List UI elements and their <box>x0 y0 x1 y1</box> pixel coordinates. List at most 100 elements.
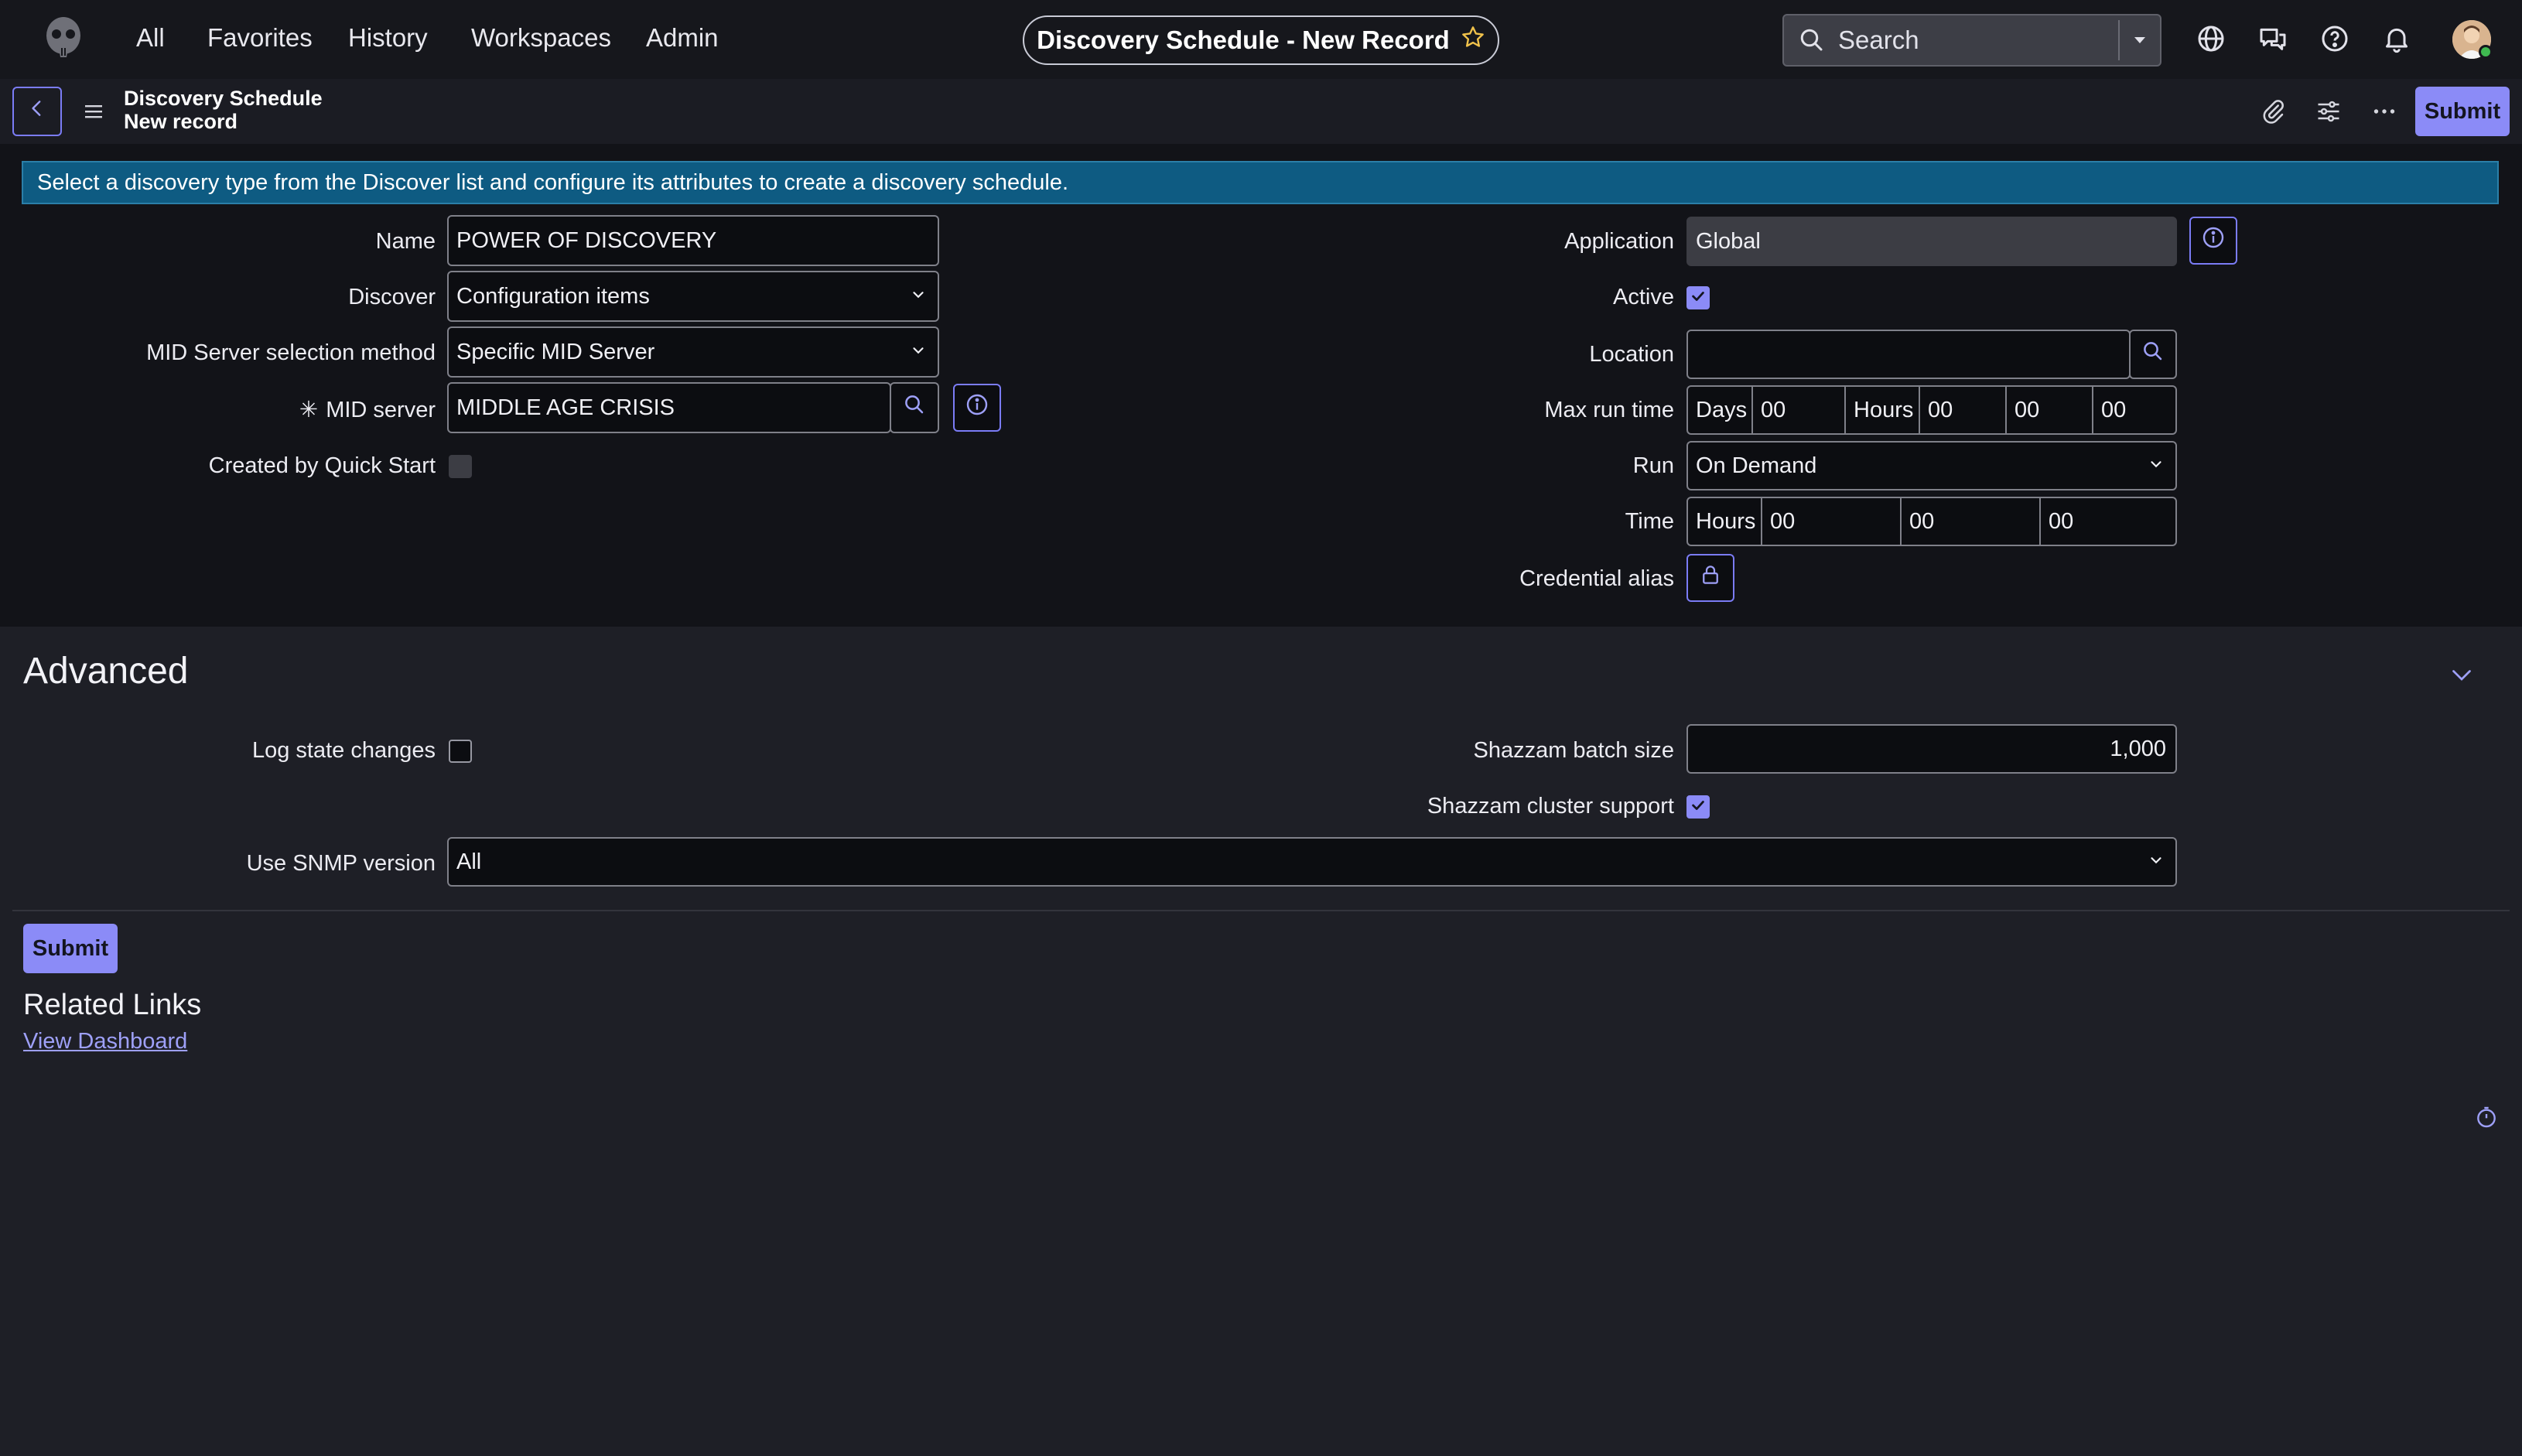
name-label: Name <box>375 229 436 254</box>
credential-alias-label: Credential alias <box>1519 566 1674 591</box>
info-banner-text: Select a discovery type from the Discove… <box>37 169 1069 195</box>
shazzam-batch-label: Shazzam batch size <box>1473 738 1674 763</box>
company-logo-icon[interactable] <box>39 14 88 63</box>
nav-favorites[interactable]: Favorites <box>207 23 313 53</box>
required-marker-icon: ✳ <box>299 398 319 422</box>
star-icon[interactable] <box>1461 25 1485 56</box>
help-icon[interactable] <box>2319 23 2350 54</box>
snmp-version-select[interactable]: All <box>447 837 2177 887</box>
mid-server-info-button[interactable] <box>953 384 1001 432</box>
log-state-label: Log state changes <box>251 738 436 763</box>
max-run-minutes-input[interactable]: 00 <box>2007 387 2093 433</box>
max-run-time-field: Days 00 Hours 00 00 00 <box>1686 385 2177 435</box>
nav-history[interactable]: History <box>348 23 428 53</box>
online-status-dot <box>2479 45 2493 59</box>
shazzam-cluster-checkbox[interactable] <box>1686 795 1710 819</box>
credential-alias-button[interactable] <box>1686 554 1734 602</box>
chevron-down-icon <box>2148 453 2165 479</box>
mid-server-label-text: MID server <box>326 398 436 422</box>
time-seconds-input[interactable]: 00 <box>2041 498 2175 545</box>
form-table-name: Discovery Schedule <box>124 87 323 110</box>
discover-label: Discover <box>348 285 436 309</box>
time-minutes-input[interactable]: 00 <box>1902 498 2041 545</box>
chevron-down-icon <box>910 340 927 365</box>
time-label: Time <box>1625 509 1674 534</box>
submit-button-bottom[interactable]: Submit <box>23 924 118 973</box>
shazzam-batch-field[interactable]: 1,000 <box>1686 724 2177 774</box>
checkmark-icon <box>1690 795 1707 820</box>
chat-icon[interactable] <box>2257 23 2288 54</box>
mid-server-field[interactable]: MIDDLE AGE CRISIS <box>447 382 891 433</box>
info-icon <box>2201 225 2226 256</box>
time-hours-input[interactable]: 00 <box>1762 498 1902 545</box>
snmp-version-label: Use SNMP version <box>246 851 436 876</box>
name-field[interactable]: POWER OF DISCOVERY <box>447 215 939 266</box>
mid-selection-value: Specific MID Server <box>456 339 655 364</box>
lock-icon <box>1699 563 1722 593</box>
log-state-checkbox[interactable] <box>449 740 472 763</box>
run-label: Run <box>1632 453 1674 478</box>
discover-select[interactable]: Configuration items <box>447 271 939 322</box>
max-run-hours-input[interactable]: 00 <box>1920 387 2007 433</box>
more-options-icon[interactable] <box>2370 97 2398 125</box>
nav-admin[interactable]: Admin <box>646 23 719 53</box>
info-banner: Select a discovery type from the Discove… <box>22 161 2499 204</box>
form-context-menu-icon[interactable] <box>82 101 105 122</box>
mid-selection-label: MID Server selection method <box>146 340 436 365</box>
global-search[interactable]: Search <box>1782 14 2161 67</box>
chevron-down-icon <box>910 284 927 309</box>
max-run-seconds-input[interactable]: 00 <box>2093 387 2175 433</box>
shazzam-cluster-label: Shazzam cluster support <box>1427 794 1674 819</box>
max-run-days-label: Days <box>1688 387 1753 433</box>
active-checkbox[interactable] <box>1686 286 1710 309</box>
timer-icon[interactable] <box>2474 1105 2499 1130</box>
application-info-button[interactable] <box>2189 217 2237 265</box>
quick-start-label: Created by Quick Start <box>208 453 436 478</box>
max-run-days-input[interactable]: 00 <box>1753 387 1846 433</box>
quick-start-checkbox[interactable] <box>449 455 472 478</box>
submit-button-header[interactable]: Submit <box>2415 87 2510 136</box>
record-title-pill[interactable]: Discovery Schedule - New Record <box>1023 15 1499 65</box>
mid-server-label: ✳ MID server <box>299 396 436 423</box>
chevron-left-icon <box>27 98 47 125</box>
max-run-hours-label: Hours <box>1846 387 1920 433</box>
application-field: Global <box>1686 217 2177 266</box>
record-title: Discovery Schedule - New Record <box>1037 26 1450 54</box>
globe-icon[interactable] <box>2196 23 2226 54</box>
chevron-down-icon[interactable] <box>2448 661 2476 689</box>
form-record-state: New record <box>124 110 238 133</box>
form-header <box>0 79 2522 144</box>
max-run-time-label: Max run time <box>1544 398 1674 422</box>
search-icon <box>1798 26 1826 54</box>
info-icon <box>965 392 989 423</box>
search-icon <box>2141 340 2165 369</box>
chevron-down-icon <box>2148 849 2165 875</box>
application-label: Application <box>1564 229 1674 254</box>
view-dashboard-link[interactable]: View Dashboard <box>23 1029 187 1054</box>
run-select[interactable]: On Demand <box>1686 441 2177 490</box>
time-field: Hours 00 00 00 <box>1686 497 2177 546</box>
section-divider <box>12 910 2510 911</box>
paperclip-icon[interactable] <box>2259 97 2287 125</box>
back-button[interactable] <box>12 87 62 136</box>
checkmark-icon <box>1690 285 1707 311</box>
caret-down-icon[interactable] <box>2120 15 2160 65</box>
search-icon <box>903 393 926 422</box>
related-links-title: Related Links <box>23 989 202 1021</box>
bell-icon[interactable] <box>2381 23 2412 54</box>
discover-value: Configuration items <box>456 283 650 309</box>
advanced-section-title: Advanced <box>23 651 189 692</box>
mid-selection-select[interactable]: Specific MID Server <box>447 326 939 378</box>
time-hours-label: Hours <box>1688 498 1762 545</box>
run-value: On Demand <box>1696 453 1817 478</box>
search-input[interactable]: Search <box>1838 26 2118 55</box>
nav-all[interactable]: All <box>136 23 165 53</box>
mid-server-lookup-button[interactable] <box>890 382 939 433</box>
sliders-icon[interactable] <box>2315 97 2343 125</box>
nav-workspaces[interactable]: Workspaces <box>471 23 611 53</box>
location-label: Location <box>1589 342 1674 367</box>
location-field[interactable] <box>1686 330 2131 379</box>
location-lookup-button[interactable] <box>2129 330 2177 379</box>
snmp-version-value: All <box>456 849 482 874</box>
active-label: Active <box>1613 285 1674 309</box>
